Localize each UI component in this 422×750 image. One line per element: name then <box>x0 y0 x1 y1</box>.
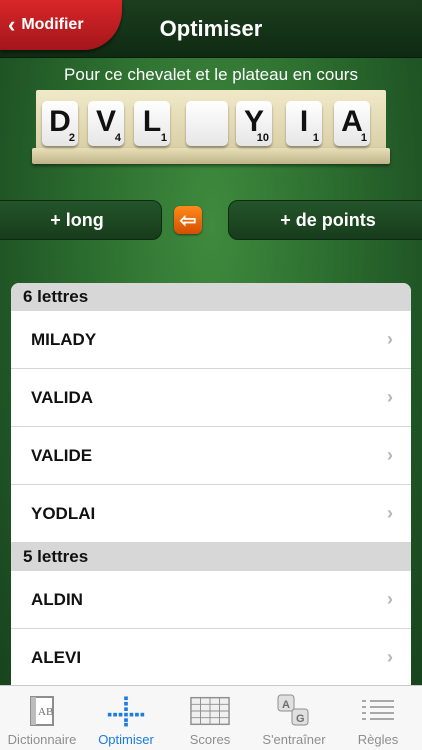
tile-points: 4 <box>114 132 121 144</box>
list-item[interactable]: MILADY › <box>11 311 411 369</box>
dictionary-icon: AB <box>22 694 62 728</box>
svg-text:A: A <box>282 699 290 711</box>
section-header: 5 lettres <box>11 543 411 571</box>
svg-text:G: G <box>296 713 305 725</box>
chevron-right-icon: › <box>387 387 393 407</box>
results-list[interactable]: 6 lettres MILADY › VALIDA › VALIDE › YOD… <box>11 283 411 685</box>
sort-points-button[interactable]: + de points <box>228 200 422 240</box>
svg-text:AB: AB <box>38 706 53 718</box>
list-item[interactable]: ALDIN › <box>11 571 411 629</box>
rack-tile: A 1 <box>334 101 370 146</box>
chevron-right-icon: › <box>387 589 393 609</box>
list-item[interactable]: VALIDA › <box>11 369 411 427</box>
rack-tile: D 2 <box>42 101 78 146</box>
list-item[interactable]: YODLAI › <box>11 485 411 543</box>
tile-points: 1 <box>160 132 167 144</box>
sort-longest-button[interactable]: + long <box>0 200 162 240</box>
scores-grid-icon <box>190 694 230 728</box>
blank-tile <box>186 101 228 146</box>
word-label: ALDIN <box>31 589 83 609</box>
top-bar: ‹ Modifier Optimiser <box>0 0 422 58</box>
tile-points: 1 <box>312 132 319 144</box>
tab-optimiser[interactable]: Optimiser <box>84 686 168 750</box>
optimize-icon <box>106 694 146 728</box>
rack-tile: I 1 <box>286 101 322 146</box>
rack-subtitle: Pour ce chevalet et le plateau en cours <box>64 65 358 84</box>
rack-tile: V 4 <box>88 101 124 146</box>
tab-sentrainer[interactable]: A G S'entraîner <box>252 686 336 750</box>
word-label: MILADY <box>31 329 97 349</box>
rules-list-icon <box>358 694 398 728</box>
tab-label: S'entraîner <box>262 732 326 747</box>
rack-tile: L 1 <box>134 101 170 146</box>
tab-label: Optimiser <box>98 732 154 747</box>
train-tiles-icon: A G <box>274 694 314 728</box>
tile-points: 10 <box>256 132 269 144</box>
tab-label: Règles <box>357 732 399 747</box>
rack-base <box>32 148 390 164</box>
tab-scores[interactable]: Scores <box>168 686 252 750</box>
chevron-right-icon: › <box>387 329 393 349</box>
list-item[interactable]: VALIDE › <box>11 427 411 485</box>
tab-bar: AB Dictionnaire Optimiser Scores A G S'e… <box>0 685 422 750</box>
tile-points: 2 <box>68 132 75 144</box>
chevron-right-icon: › <box>387 503 393 523</box>
tab-dictionnaire[interactable]: AB Dictionnaire <box>0 686 84 750</box>
word-label: YODLAI <box>31 503 96 523</box>
section-header: 6 lettres <box>11 283 411 311</box>
list-item[interactable]: ALEVI › <box>11 629 411 685</box>
arrow-left-icon[interactable]: ⇦ <box>174 206 202 234</box>
tab-label: Dictionnaire <box>7 732 77 747</box>
page-title: Optimiser <box>159 16 263 41</box>
tab-regles[interactable]: Règles <box>336 686 420 750</box>
word-label: ALEVI <box>31 647 82 667</box>
rack-tile: Y 10 <box>236 101 272 146</box>
word-label: VALIDE <box>31 445 93 465</box>
tile-points: 1 <box>360 132 367 144</box>
chevron-right-icon: › <box>387 647 393 667</box>
tab-label: Scores <box>189 732 231 747</box>
chevron-right-icon: › <box>387 445 393 465</box>
word-label: VALIDA <box>31 387 94 407</box>
